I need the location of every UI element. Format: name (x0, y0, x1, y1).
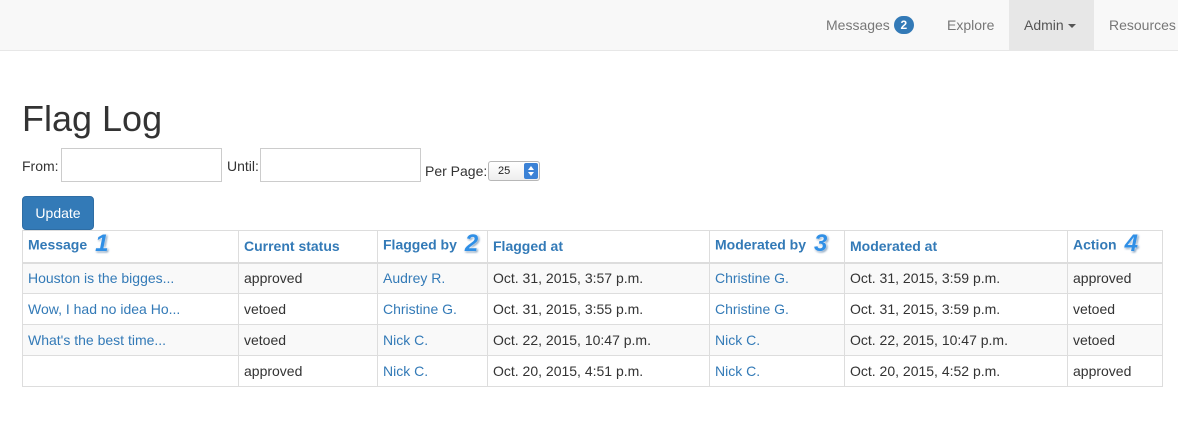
marker-1: 1 (95, 230, 109, 258)
flagged-by-link[interactable]: Christine G. (383, 301, 457, 317)
per-page-select[interactable]: 25 (488, 161, 540, 181)
cell-moderated-at: Oct. 22, 2015, 10:47 p.m. (844, 324, 1068, 356)
moderated-by-link[interactable]: Nick C. (715, 363, 760, 379)
cell-moderated-by[interactable]: Christine G. (709, 293, 845, 325)
nav-admin-dropdown[interactable]: Admin (1009, 0, 1094, 50)
cell-action: vetoed (1067, 324, 1163, 356)
page-title: Flag Log (22, 98, 163, 139)
nav-resources[interactable]: Resources (1094, 0, 1178, 50)
until-label: Until: (227, 158, 259, 174)
caret-down-icon (1067, 24, 1076, 29)
sort-flagged-at-link[interactable]: Flagged at (493, 238, 563, 254)
col-header-message[interactable]: Message 1 (22, 230, 239, 264)
col-header-flagged-by[interactable]: Flagged by 2 (377, 230, 488, 264)
sort-message-link[interactable]: Message (28, 237, 87, 253)
cell-current-status: vetoed (238, 324, 378, 356)
cell-moderated-by[interactable]: Nick C. (709, 324, 845, 356)
marker-4: 4 (1124, 230, 1138, 258)
sort-moderated-at-link[interactable]: Moderated at (850, 238, 937, 254)
flagged-by-link[interactable]: Nick C. (383, 332, 428, 348)
marker-3: 3 (814, 230, 828, 258)
nav-admin-label: Admin (1024, 17, 1064, 33)
table-row: Wow, I had no idea Ho... vetoed Christin… (22, 293, 1163, 325)
sort-action-link[interactable]: Action (1073, 237, 1117, 253)
table-row: Houston is the bigges... approved Audrey… (22, 262, 1163, 294)
cell-current-status: approved (238, 355, 378, 387)
sort-flagged-by-link[interactable]: Flagged by (383, 237, 457, 253)
update-button[interactable]: Update (22, 196, 94, 230)
cell-flagged-at: Oct. 31, 2015, 3:55 p.m. (487, 293, 710, 325)
nav-messages[interactable]: Messages 2 (811, 0, 929, 50)
cell-flagged-by[interactable]: Christine G. (377, 293, 488, 325)
cell-flagged-at: Oct. 22, 2015, 10:47 p.m. (487, 324, 710, 356)
sort-moderated-by-link[interactable]: Moderated by (715, 237, 806, 253)
col-header-flagged-at[interactable]: Flagged at (487, 230, 710, 264)
flagged-by-link[interactable]: Nick C. (383, 363, 428, 379)
nav-messages-label: Messages (826, 17, 890, 33)
table-row: What's the best time... vetoed Nick C. O… (22, 324, 1163, 356)
cell-message[interactable] (22, 355, 239, 387)
messages-count-badge: 2 (893, 16, 914, 34)
per-page-value: 25 (498, 165, 511, 177)
cell-flagged-at: Oct. 20, 2015, 4:51 p.m. (487, 355, 710, 387)
col-header-action[interactable]: Action 4 (1067, 230, 1163, 264)
moderated-by-link[interactable]: Christine G. (715, 270, 789, 286)
cell-moderated-by[interactable]: Nick C. (709, 355, 845, 387)
select-arrows-icon (524, 163, 538, 179)
moderated-by-link[interactable]: Nick C. (715, 332, 760, 348)
col-header-moderated-at[interactable]: Moderated at (844, 230, 1068, 264)
cell-moderated-by[interactable]: Christine G. (709, 262, 845, 294)
cell-current-status: vetoed (238, 293, 378, 325)
flagged-by-link[interactable]: Audrey R. (383, 270, 445, 286)
cell-action: approved (1067, 262, 1163, 294)
table-header-row: Message 1 Current status Flagged by 2 Flag… (22, 230, 1163, 264)
until-date-input[interactable] (260, 148, 421, 182)
cell-action: approved (1067, 355, 1163, 387)
from-date-input[interactable] (61, 148, 222, 182)
col-header-current-status[interactable]: Current status (238, 230, 378, 264)
cell-moderated-at: Oct. 20, 2015, 4:52 p.m. (844, 355, 1068, 387)
table-row: approved Nick C. Oct. 20, 2015, 4:51 p.m… (22, 355, 1163, 387)
cell-flagged-by[interactable]: Nick C. (377, 324, 488, 356)
cell-flagged-by[interactable]: Nick C. (377, 355, 488, 387)
nav-explore[interactable]: Explore (932, 0, 1009, 50)
message-link[interactable]: Wow, I had no idea Ho... (28, 301, 180, 317)
cell-message[interactable]: What's the best time... (22, 324, 239, 356)
from-label: From: (22, 158, 59, 174)
marker-2: 2 (464, 230, 479, 258)
cell-message[interactable]: Wow, I had no idea Ho... (22, 293, 239, 325)
flag-log-table: Message 1 Current status Flagged by 2 Flag… (22, 230, 1163, 387)
cell-moderated-at: Oct. 31, 2015, 3:59 p.m. (844, 262, 1068, 294)
cell-message[interactable]: Houston is the bigges... (22, 262, 239, 294)
message-link[interactable]: Houston is the bigges... (28, 270, 174, 286)
moderated-by-link[interactable]: Christine G. (715, 301, 789, 317)
cell-action: vetoed (1067, 293, 1163, 325)
cell-moderated-at: Oct. 31, 2015, 3:59 p.m. (844, 293, 1068, 325)
cell-flagged-by[interactable]: Audrey R. (377, 262, 488, 294)
cell-current-status: approved (238, 262, 378, 294)
cell-flagged-at: Oct. 31, 2015, 3:57 p.m. (487, 262, 710, 294)
message-link[interactable]: What's the best time... (28, 332, 166, 348)
col-header-moderated-by[interactable]: Moderated by 3 (709, 230, 845, 264)
sort-current-status-link[interactable]: Current status (244, 238, 340, 254)
per-page-label: Per Page: (425, 163, 488, 179)
top-navbar: Messages 2 Explore Admin Resources (0, 0, 1178, 51)
